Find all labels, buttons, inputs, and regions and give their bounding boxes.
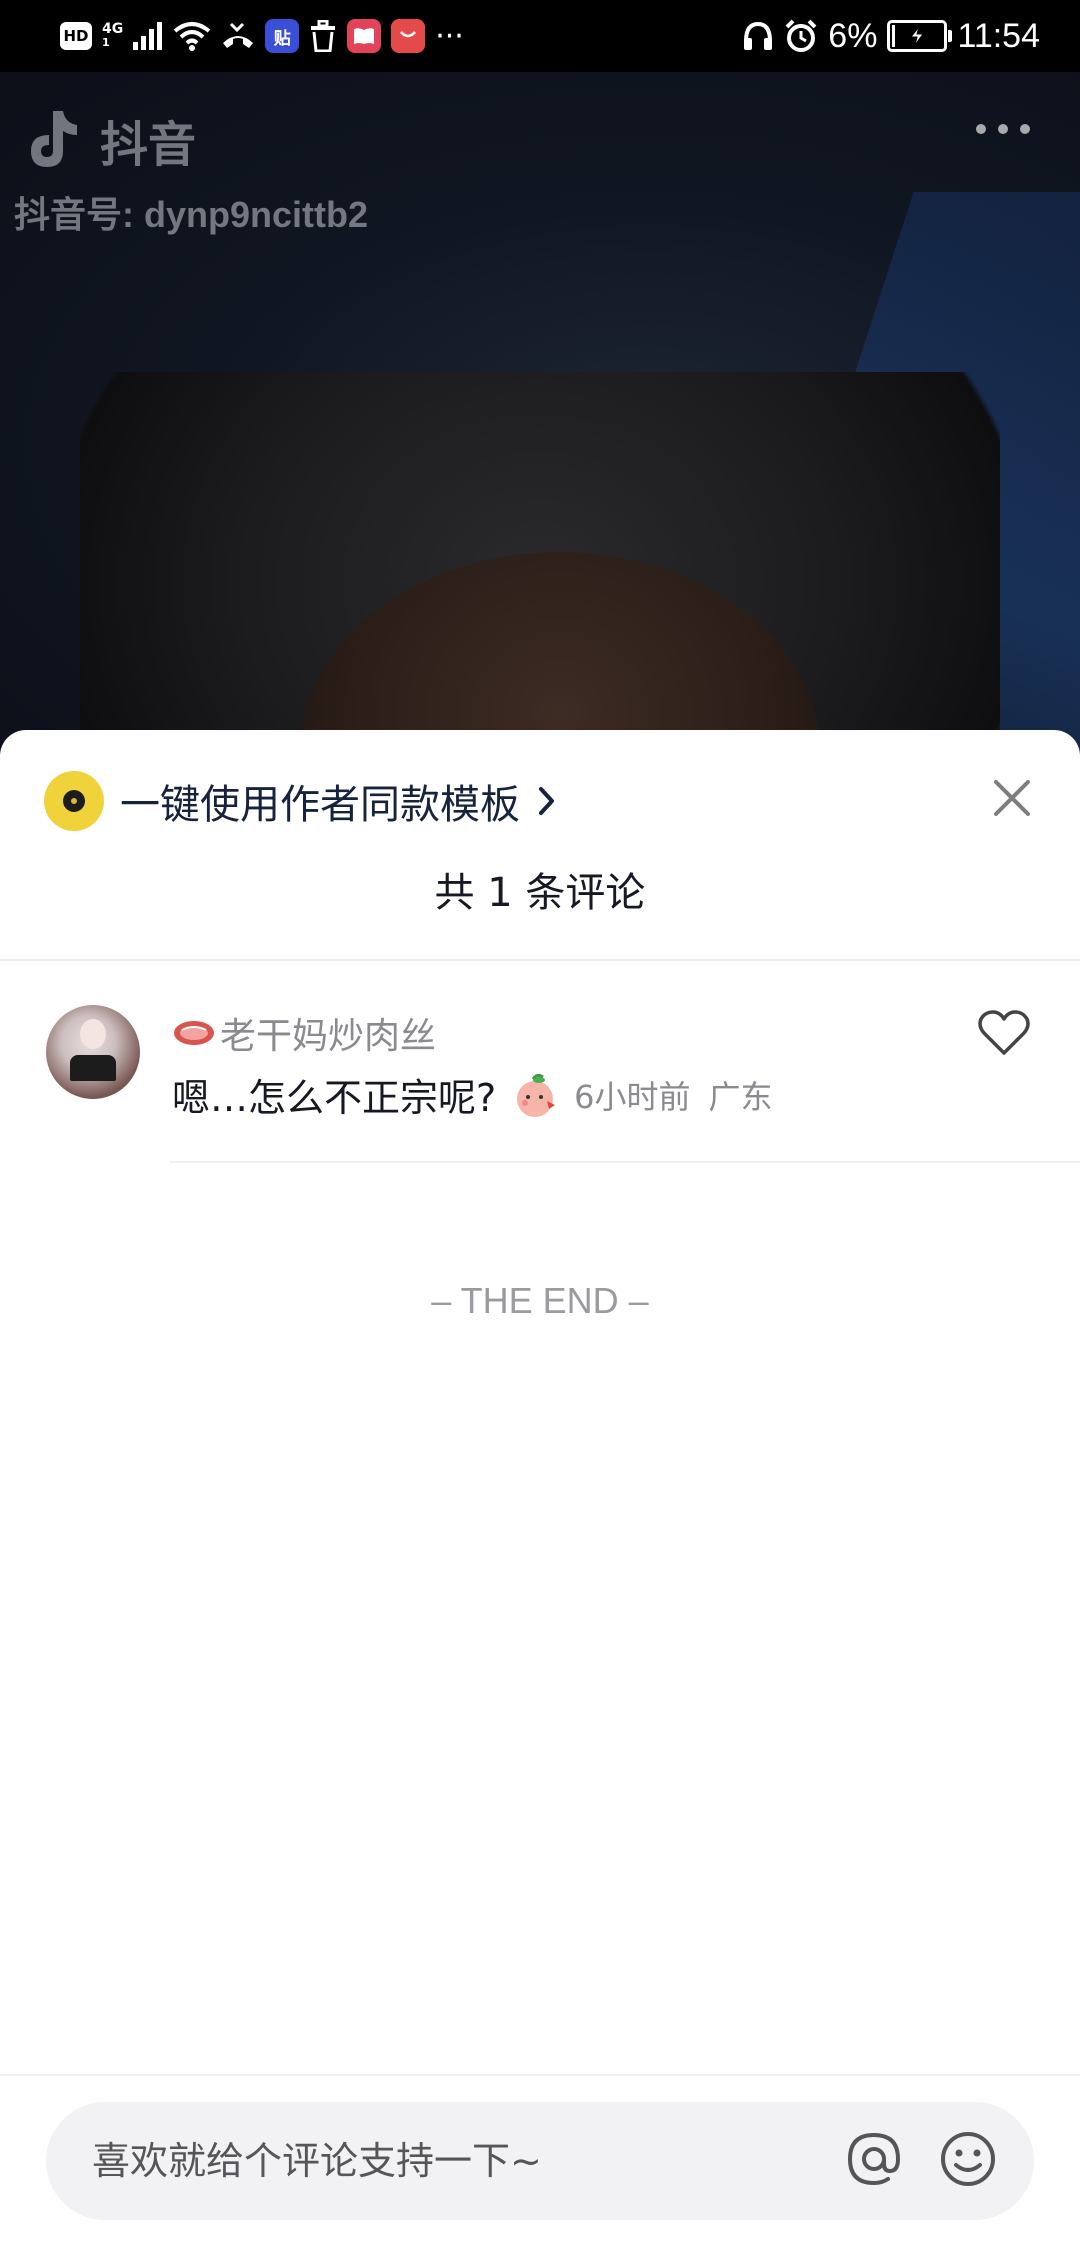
alarm-icon [784, 18, 818, 54]
douyin-logo-icon [14, 102, 90, 178]
comment-item[interactable]: 老干妈炒肉丝 嗯…怎么不正宗呢? 6小时前 广东 [0, 1005, 1080, 1205]
network-sub-label: 1 [102, 36, 110, 49]
comment-region: 广东 [708, 1077, 773, 1116]
delete-icon [309, 18, 337, 54]
heart-icon [977, 1009, 1031, 1061]
avatar[interactable] [46, 1005, 140, 1099]
username: 老干妈炒肉丝 [220, 1016, 437, 1057]
emoji-button[interactable] [938, 2131, 998, 2191]
network-type-icon: 4G 1 [102, 18, 123, 54]
watermark-id: 抖音号: dynp9ncittb2 [14, 194, 369, 235]
overflow-icon: ··· [435, 18, 464, 54]
video-player[interactable]: 抖音 抖音号: dynp9ncittb2 [0, 72, 1080, 752]
close-button[interactable] [982, 770, 1042, 830]
meat-emoji-icon [172, 1018, 216, 1048]
at-icon [844, 2129, 904, 2193]
divider [0, 2074, 1080, 2076]
status-bar: HD 4G 1 贴 ··· 6% 11:54 [0, 0, 1080, 72]
use-template-label: 一键使用作者同款模板 [120, 782, 520, 828]
headphones-icon [742, 18, 774, 54]
clock: 11:54 [957, 16, 1040, 55]
hd-icon: HD [60, 22, 92, 50]
signal-icon [133, 18, 163, 54]
watermark-name: 抖音 [100, 117, 197, 173]
comment-sheet: 一键使用作者同款模板 共 1 条评论 老干妈炒肉丝 嗯…怎么不正宗呢? 6小时前 [0, 730, 1080, 2244]
music-disc-icon [44, 771, 104, 831]
status-left: HD 4G 1 贴 ··· [60, 14, 464, 58]
chevron-right-icon [536, 781, 566, 821]
comment-author[interactable]: 老干妈炒肉丝 [172, 1007, 436, 1059]
like-button[interactable] [974, 1005, 1034, 1065]
end-of-list-label: – THE END – [431, 1280, 649, 1321]
network-type-label: 4G [102, 21, 124, 37]
battery-fill [892, 25, 896, 47]
comment-text: 嗯…怎么不正宗呢? [172, 1076, 497, 1120]
battery-icon [887, 20, 953, 52]
tieba-icon: 贴 [265, 19, 300, 53]
divider [170, 1161, 1080, 1163]
status-right: 6% 11:54 [742, 14, 1040, 58]
reader-icon [347, 19, 382, 53]
comment-time: 6小时前 [574, 1077, 691, 1116]
comment-input-placeholder: 喜欢就给个评论支持一下~ [92, 2139, 542, 2183]
missed-call-icon [221, 18, 255, 54]
peach-emoji-icon [510, 1070, 560, 1120]
comment-count: 共 1 条评论 [434, 870, 646, 916]
use-template-link[interactable]: 一键使用作者同款模板 [44, 768, 566, 834]
divider [0, 959, 1080, 961]
battery-percent: 6% [828, 16, 878, 55]
close-icon [993, 779, 1031, 821]
comment-body: 嗯…怎么不正宗呢? 6小时前 广东 [172, 1067, 773, 1122]
smiley-icon [938, 2129, 998, 2193]
comment-input[interactable]: 喜欢就给个评论支持一下~ [46, 2102, 1034, 2220]
more-options-icon[interactable] [976, 124, 1030, 134]
mention-button[interactable] [844, 2131, 904, 2191]
douyin-watermark: 抖音 抖音号: dynp9ncittb2 [14, 102, 368, 238]
huawei-store-icon [391, 19, 426, 53]
wifi-icon [173, 18, 211, 54]
